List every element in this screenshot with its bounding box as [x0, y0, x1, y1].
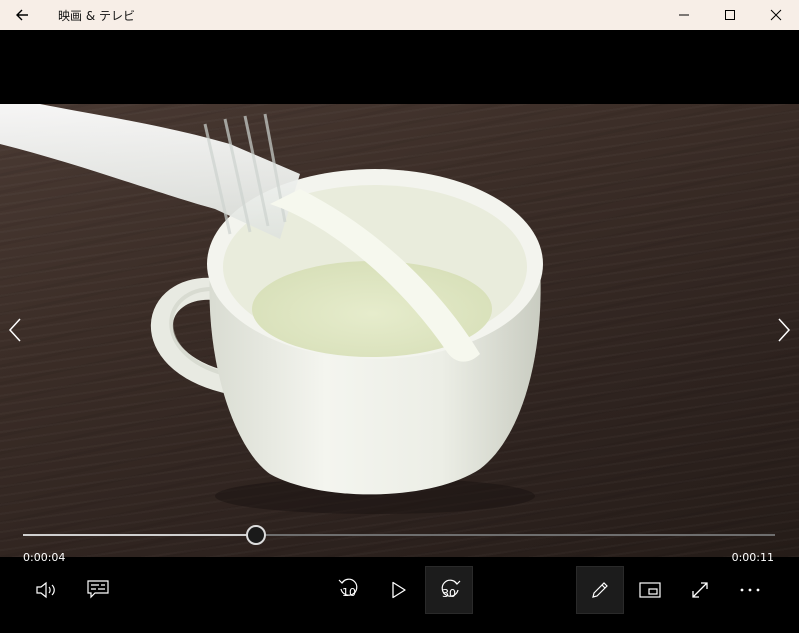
play-button[interactable]: [375, 566, 423, 614]
app-title: 映画 & テレビ: [58, 8, 135, 23]
fullscreen-button[interactable]: [676, 566, 724, 614]
maximize-icon: [725, 10, 735, 20]
play-icon: [392, 581, 406, 599]
back-arrow-icon: [16, 9, 28, 21]
fullscreen-icon: [692, 582, 708, 598]
rewind-seconds: 10: [342, 586, 356, 599]
subtitles-icon: [87, 580, 109, 599]
close-icon: [770, 9, 782, 21]
maximize-button[interactable]: [707, 0, 753, 30]
seek-bar[interactable]: [23, 525, 775, 545]
seek-thumb[interactable]: [246, 525, 267, 545]
mini-view-button[interactable]: [626, 566, 674, 614]
video-image: [0, 104, 543, 514]
forward-30-button[interactable]: 30: [425, 566, 473, 614]
total-time: 0:00:11: [731, 551, 774, 564]
volume-icon: [36, 581, 55, 599]
subtitles-button[interactable]: [74, 566, 122, 614]
pencil-icon: [592, 582, 608, 598]
edit-button[interactable]: [576, 566, 624, 614]
chevron-right-icon: [778, 318, 791, 342]
elapsed-time: 0:00:04: [23, 551, 66, 564]
bottom-strip: [0, 616, 799, 633]
more-icon: [740, 588, 760, 592]
mini-view-icon: [639, 582, 661, 598]
video-area[interactable]: [0, 30, 799, 557]
chevron-left-icon: [8, 318, 21, 342]
video-frame[interactable]: [0, 104, 799, 557]
previous-button[interactable]: [0, 315, 30, 345]
rewind-10-button[interactable]: 10: [325, 566, 373, 614]
minimize-button[interactable]: [661, 0, 707, 30]
volume-button[interactable]: [23, 566, 71, 614]
minimize-icon: [679, 14, 689, 16]
forward-seconds: 30: [442, 587, 456, 600]
seek-progress: [23, 534, 257, 536]
next-button[interactable]: [769, 315, 799, 345]
close-button[interactable]: [753, 0, 799, 30]
title-bar: 映画 & テレビ: [0, 0, 799, 30]
more-button[interactable]: [726, 566, 774, 614]
back-button[interactable]: [0, 0, 44, 30]
window-controls: [661, 0, 799, 30]
control-bar: 10 30: [0, 566, 799, 616]
